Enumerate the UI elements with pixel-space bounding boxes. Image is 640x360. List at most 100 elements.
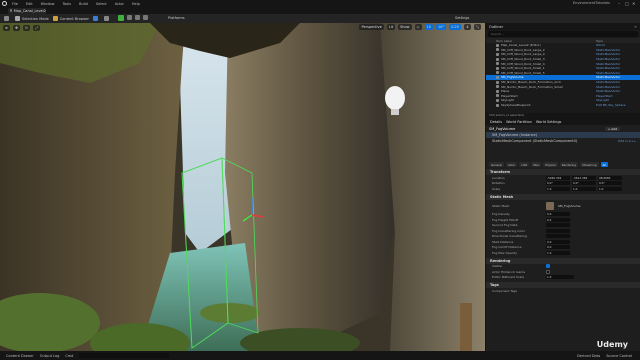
actor-name[interactable]: SM_FogVolume: [489, 127, 515, 131]
filter-tab[interactable]: Actor: [506, 162, 518, 167]
minimize-button[interactable]: –: [618, 1, 620, 6]
menu-select[interactable]: Select: [96, 2, 107, 6]
mesh-thumbnail[interactable]: [546, 201, 554, 210]
unreal-logo-icon[interactable]: [0, 0, 8, 7]
property-value-field[interactable]: 0.0: [546, 212, 570, 217]
menu-actor[interactable]: Actor: [115, 2, 124, 6]
content-browser-button[interactable]: Content Browser: [52, 16, 89, 21]
editor-billboard-row: Editor Billboard Scale 1.0: [486, 275, 640, 281]
property-label: Start Distance: [492, 239, 514, 244]
console-command-input[interactable]: [79, 353, 170, 358]
tab-world-partition[interactable]: World Partition: [506, 120, 532, 124]
property-label: Fog Inscattering Color: [492, 228, 526, 233]
cinematics-button[interactable]: [104, 16, 111, 21]
rotation-snap-value[interactable]: 10°: [435, 24, 447, 30]
filter-tab[interactable]: General: [489, 162, 505, 167]
property-value-field[interactable]: [546, 223, 570, 228]
grid-snap-value[interactable]: 10: [424, 24, 433, 30]
property-value-field[interactable]: [546, 228, 570, 233]
maximize-button[interactable]: □: [625, 1, 629, 6]
property-value-field[interactable]: 0.2: [546, 217, 570, 222]
filter-tab[interactable]: Rendering: [559, 162, 579, 167]
scale-x-field[interactable]: 1.0: [546, 186, 570, 191]
filter-tab[interactable]: Streaming: [580, 162, 599, 167]
step-icon[interactable]: [127, 15, 132, 20]
outliner-search-input[interactable]: Search...: [488, 31, 638, 37]
source-control-button[interactable]: Source Control: [606, 354, 632, 358]
perspective-button[interactable]: Perspective: [359, 24, 384, 30]
scale-label[interactable]: Scale: [492, 187, 500, 191]
rotation-y-field[interactable]: 0.0°: [572, 181, 596, 186]
rotation-z-field[interactable]: 0.0°: [598, 181, 622, 186]
add-component-button[interactable]: + Add: [604, 126, 620, 131]
rotation-label[interactable]: Rotation: [492, 181, 505, 185]
clapperboard-icon: [104, 16, 109, 21]
viewport-right-controls: Perspective Lit Show ◇ 10 10° 0.25 4 ⤡: [356, 24, 481, 30]
filter-tab[interactable]: Physics: [543, 162, 558, 167]
outliner-row[interactable]: SkySphereBlueprint Edit BP_Sky_Sphere: [486, 103, 640, 108]
static-mesh-row: Static Mesh SM_FogVolume: [486, 200, 640, 212]
property-value-field[interactable]: 1.0: [546, 250, 570, 255]
location-y-field[interactable]: -3612.384: [572, 175, 596, 180]
menu-build[interactable]: Build: [79, 2, 88, 6]
surface-snap-icon[interactable]: ◇: [414, 24, 422, 30]
project-name: EnvironmentTutorials: [572, 1, 610, 5]
menu-file[interactable]: File: [12, 2, 18, 6]
platforms-button[interactable]: Platforms: [168, 16, 185, 20]
menu-edit[interactable]: Edit: [26, 2, 33, 6]
component-row-static-mesh[interactable]: StaticMeshComponent (StaticMeshComponent…: [486, 138, 640, 144]
play-options-icon[interactable]: [143, 15, 148, 20]
output-log-button[interactable]: Output Log: [40, 354, 60, 358]
close-icon[interactable]: ✕: [634, 25, 637, 29]
tab-level[interactable]: Map_Canal_Level2: [8, 7, 46, 14]
tab-world-settings[interactable]: World Settings: [536, 120, 562, 124]
actor-hidden-checkbox[interactable]: [546, 269, 550, 274]
camera-speed-value[interactable]: 4: [464, 24, 471, 30]
location-label[interactable]: Location: [492, 176, 505, 180]
menu-tools[interactable]: Tools: [62, 2, 71, 6]
play-icon[interactable]: [118, 15, 124, 21]
selection-mode-button[interactable]: Selection Mode: [15, 16, 49, 21]
location-x-field[interactable]: -5940.302: [546, 175, 570, 180]
level-viewport[interactable]: ≡ ✥ ↻ ⤢ Perspective Lit Show ◇ 10 10° 0.…: [0, 23, 485, 351]
outliner-row-type[interactable]: Edit BP_Sky_Sphere: [596, 103, 626, 107]
transform-move-icon[interactable]: ✥: [13, 24, 20, 31]
play-controls: [118, 15, 151, 21]
location-z-field[interactable]: 98.6082: [598, 175, 622, 180]
show-button[interactable]: Show: [398, 24, 412, 30]
property-value-field[interactable]: 0.0: [546, 239, 570, 244]
viewport-menu-button[interactable]: ≡: [3, 24, 10, 31]
menu-help[interactable]: Help: [132, 2, 140, 6]
maximize-viewport-icon[interactable]: ⤡: [474, 24, 481, 30]
save-button[interactable]: [4, 16, 11, 21]
property-value-field[interactable]: [546, 234, 570, 239]
transform-scale-icon[interactable]: ⤢: [33, 24, 40, 31]
scale-y-field[interactable]: 1.0: [572, 186, 596, 191]
rotation-x-field[interactable]: 0.0°: [546, 181, 570, 186]
filter-tab[interactable]: Misc: [531, 162, 542, 167]
derived-data-button[interactable]: Derived Data: [577, 354, 600, 358]
menu-window[interactable]: Window: [41, 2, 55, 6]
actor-type-icon: [496, 98, 499, 102]
filter-tab[interactable]: LOD: [519, 162, 530, 167]
close-button[interactable]: ✕: [632, 1, 635, 6]
scale-z-field[interactable]: 1.0: [598, 186, 622, 191]
settings-button[interactable]: Settings: [455, 16, 469, 20]
lit-button[interactable]: Lit: [386, 24, 396, 30]
static-mesh-value[interactable]: SM_FogVolume: [558, 204, 581, 208]
column-type[interactable]: Type: [596, 39, 603, 43]
visible-checkbox[interactable]: [546, 264, 550, 269]
edit-cpp-link[interactable]: Edit in C++: [618, 139, 636, 143]
editor-billboard-field[interactable]: 1.0: [546, 275, 574, 280]
stop-icon[interactable]: [135, 15, 140, 20]
property-value-field[interactable]: 0.0: [546, 245, 570, 250]
blueprints-button[interactable]: [93, 16, 100, 21]
outliner-tab[interactable]: Outliner ✕: [486, 23, 640, 30]
column-item-label[interactable]: Item Label: [496, 39, 512, 43]
filter-tab[interactable]: All: [600, 162, 608, 167]
content-drawer-button[interactable]: Content Drawer: [6, 354, 34, 358]
tab-details[interactable]: Details: [490, 120, 502, 124]
transform-rotate-icon[interactable]: ↻: [23, 24, 30, 31]
scale-snap-value[interactable]: 0.25: [449, 24, 461, 30]
cmd-button[interactable]: Cmd: [65, 354, 73, 358]
